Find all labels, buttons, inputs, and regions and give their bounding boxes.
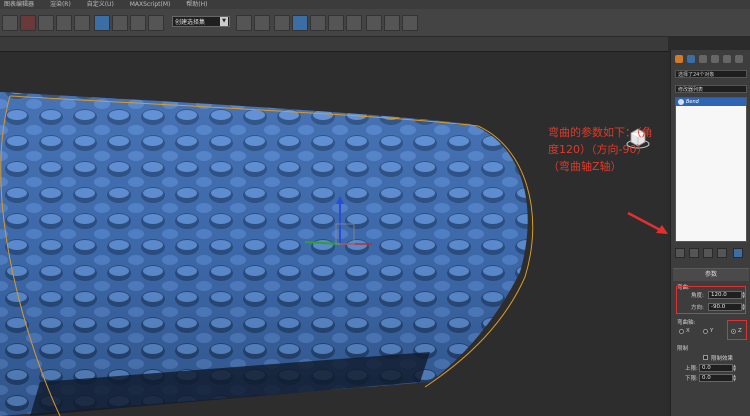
menu-help[interactable]: 帮助(H) [186,1,207,8]
modify-tab-icon[interactable] [687,55,695,63]
modifier-stack: Bend [675,97,747,242]
bent-mesh-render [0,92,534,416]
modifier-stack-item-label: Bend [686,99,699,105]
show-end-result-icon[interactable] [689,248,699,258]
modifier-stack-tools [675,248,747,258]
redo-icon[interactable] [20,15,36,31]
menu-graph-editors[interactable]: 图表编辑器 [4,1,34,8]
ribbon-icon[interactable] [292,15,308,31]
modifier-list-dropdown[interactable]: 修改器列表 [675,85,747,93]
named-selection-set-value: 创建选择集 [175,19,206,26]
render-teapot-icon[interactable] [402,15,418,31]
bend-axis-group-label: 弯曲轴: [677,320,696,326]
bind-space-warp-icon[interactable] [74,15,90,31]
limits-group-label: 限制 [677,346,689,352]
limit-effect-checkbox[interactable] [703,355,708,360]
align-icon[interactable] [254,15,270,31]
axis-y-label: Y [710,328,714,334]
select-and-move-icon[interactable] [130,15,146,31]
named-selection-set-dropdown[interactable]: 创建选择集 ▼ [172,16,230,27]
create-tab-icon[interactable] [675,55,683,63]
spinner-arrows-icon[interactable]: ▲ ▼ [733,364,739,372]
lightbulb-icon[interactable] [678,99,684,105]
render-setup-icon[interactable] [366,15,382,31]
command-panel-tabs [671,54,750,64]
upper-limit-value: 0.0 [702,365,711,371]
pin-stack-icon[interactable] [675,248,685,258]
parameters-rollout-header[interactable]: 参数 [673,268,749,281]
select-and-rotate-icon[interactable] [148,15,164,31]
annotation-highlight-box [727,320,747,340]
menu-bar: 图表编辑器 渲染(R) 自定义(U) MAXScript(M) 帮助(H) [0,0,750,9]
lower-limit-label: 下限: [685,376,698,382]
display-tab-icon[interactable] [723,55,731,63]
schematic-view-icon[interactable] [328,15,344,31]
curve-editor-icon[interactable] [310,15,326,31]
make-unique-icon[interactable] [703,248,713,258]
layer-manager-icon[interactable] [274,15,290,31]
annotation-note: 弯曲的参数如下：（角度120）（方向-90）（弯曲轴Z轴） [548,126,653,173]
utilities-tab-icon[interactable] [735,55,743,63]
axis-x-label: X [686,328,690,334]
upper-limit-input[interactable]: 0.0 ▲ ▼ [699,364,736,372]
annotation-highlight-box [676,286,746,314]
material-editor-icon[interactable] [346,15,362,31]
menu-customize[interactable]: 自定义(U) [87,1,114,8]
link-icon[interactable] [38,15,54,31]
command-panel: 选择了24个对象 修改器列表 Bend 参数 弯曲: 角度: 120.0 ▲ ▼ … [670,50,750,416]
spinner-arrows-icon[interactable]: ▲ ▼ [733,374,739,382]
upper-limit-label: 上限: [685,366,698,372]
lower-limit-value: 0.0 [702,375,711,381]
axis-y-radio[interactable] [703,329,708,334]
object-name-field[interactable]: 选择了24个对象 [675,70,747,78]
remove-modifier-icon[interactable] [717,248,727,258]
undo-icon[interactable] [2,15,18,31]
modifier-stack-item-bend[interactable]: Bend [676,98,746,106]
select-object-icon[interactable] [94,15,110,31]
mirror-icon[interactable] [236,15,252,31]
hierarchy-tab-icon[interactable] [699,55,707,63]
lower-limit-input[interactable]: 0.0 ▲ ▼ [699,374,736,382]
axis-x-radio[interactable] [679,329,684,334]
menu-rendering[interactable]: 渲染(R) [50,1,71,8]
viewport-label-bar [0,37,668,52]
perspective-viewport[interactable]: 弯曲的参数如下：（角度120）（方向-90）（弯曲轴Z轴） [0,52,668,416]
rendered-frame-icon[interactable] [384,15,400,31]
select-by-name-icon[interactable] [112,15,128,31]
chevron-down-icon: ▼ [220,17,228,26]
motion-tab-icon[interactable] [711,55,719,63]
configure-sets-icon[interactable] [733,248,743,258]
menu-maxscript[interactable]: MAXScript(M) [130,1,171,8]
limit-effect-label: 限制效果 [711,356,734,362]
unlink-icon[interactable] [56,15,72,31]
main-toolbar: 创建选择集 ▼ [0,9,750,37]
